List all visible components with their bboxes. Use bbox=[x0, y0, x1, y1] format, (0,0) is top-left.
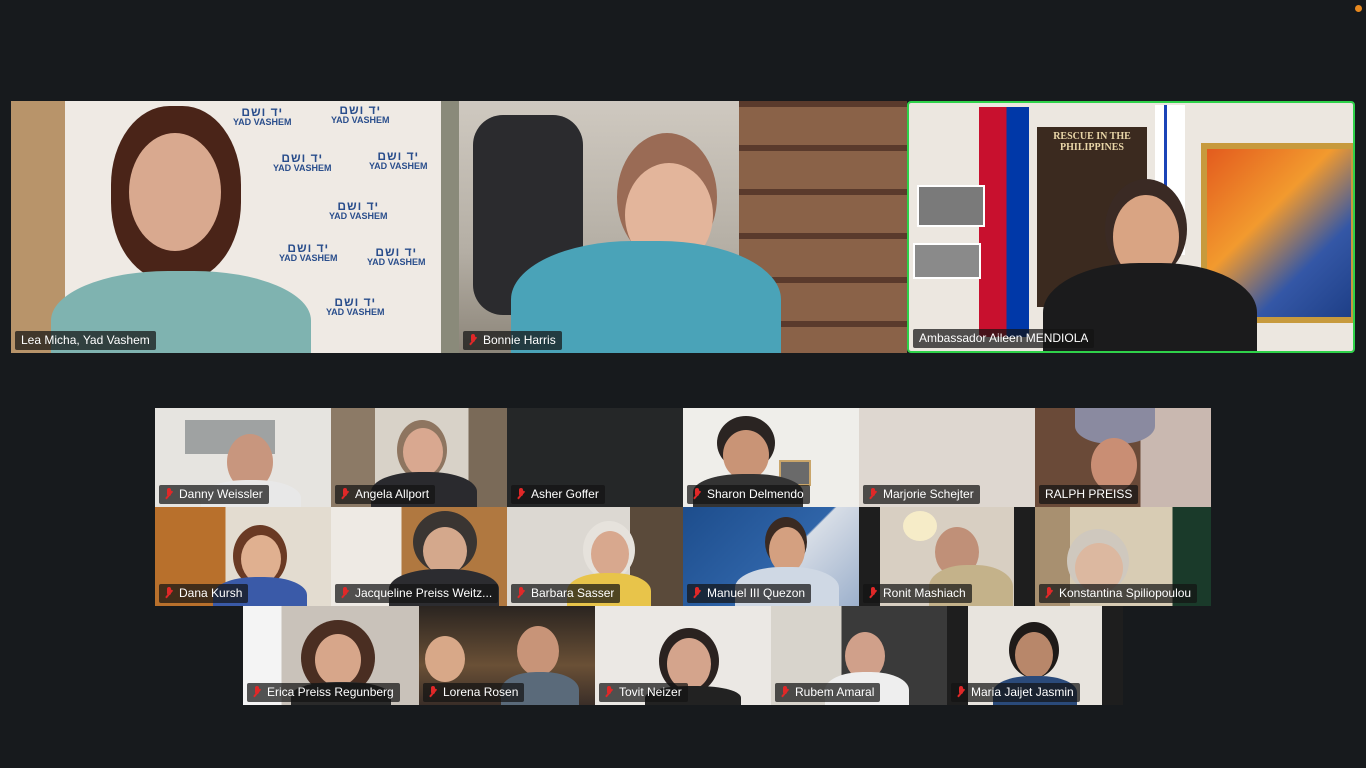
mic-muted-icon bbox=[515, 488, 527, 501]
participant-name-tag: Maria Jaijet Jasmin bbox=[951, 683, 1080, 702]
mic-muted-icon bbox=[515, 587, 527, 600]
video-tile-ronit-mashiach[interactable]: Ronit Mashiach bbox=[859, 507, 1035, 606]
status-indicator-dot bbox=[1355, 5, 1362, 12]
mic-muted-icon bbox=[779, 686, 791, 699]
participant-name-tag: Sharon Delmendo bbox=[687, 485, 810, 504]
participant-name-tag: Danny Weissler bbox=[159, 485, 269, 504]
video-tile-maria-jaijet-jasmin[interactable]: Maria Jaijet Jasmin bbox=[947, 606, 1123, 705]
participant-name-tag: Angela Allport bbox=[335, 485, 436, 504]
backdrop-logo: יד ושם YAD VASHEM bbox=[331, 103, 390, 125]
video-tile-dana-kursh[interactable]: Dana Kursh bbox=[155, 507, 331, 606]
mic-muted-icon bbox=[467, 334, 479, 347]
video-tile-rubem-amaral[interactable]: Rubem Amaral bbox=[771, 606, 947, 705]
participant-name-tag: Bonnie Harris bbox=[463, 331, 562, 350]
backdrop-logo: יד ושם YAD VASHEM bbox=[233, 105, 292, 127]
participant-name-tag: Ambassador Aileen MENDIOLA bbox=[913, 329, 1095, 348]
mic-muted-icon bbox=[867, 488, 879, 501]
participant-name-tag: Konstantina Spiliopoulou bbox=[1039, 584, 1198, 603]
participant-name-tag: Tovit Neizer bbox=[599, 683, 688, 702]
participant-name-tag: Asher Goffer bbox=[511, 485, 605, 504]
participant-name-tag: Rubem Amaral bbox=[775, 683, 881, 702]
mic-muted-icon bbox=[1043, 587, 1055, 600]
participant-name-tag: Lorena Rosen bbox=[423, 683, 525, 702]
photo-easel bbox=[913, 243, 981, 279]
mic-muted-icon bbox=[867, 587, 879, 600]
backdrop-logo: יד ושם YAD VASHEM bbox=[369, 149, 428, 171]
video-tile-danny-weissler[interactable]: Danny Weissler bbox=[155, 408, 331, 507]
mic-muted-icon bbox=[955, 686, 967, 699]
mic-muted-icon bbox=[691, 587, 703, 600]
mic-muted-icon bbox=[427, 686, 439, 699]
video-tile-ralph-preiss[interactable]: RALPH PREISS bbox=[1035, 408, 1211, 507]
philippines-flag bbox=[979, 107, 1029, 337]
mic-muted-icon bbox=[339, 488, 351, 501]
participant-name-tag: Barbara Sasser bbox=[511, 584, 621, 603]
mic-muted-icon bbox=[339, 587, 351, 600]
video-tile-asher-goffer[interactable]: Asher Goffer bbox=[507, 408, 683, 507]
video-tile-jacqueline-preiss-weitz[interactable]: Jacqueline Preiss Weitz... bbox=[331, 507, 507, 606]
mic-muted-icon bbox=[251, 686, 263, 699]
video-tile-barbara-sasser[interactable]: Barbara Sasser bbox=[507, 507, 683, 606]
backdrop-logo: יד ושם YAD VASHEM bbox=[273, 151, 332, 173]
backdrop-logo: יד ושם YAD VASHEM bbox=[329, 199, 388, 221]
video-tile-sharon-delmendo[interactable]: Sharon Delmendo bbox=[683, 408, 859, 507]
participant-name-tag: Jacqueline Preiss Weitz... bbox=[335, 584, 499, 603]
backdrop-logo: יד ושם YAD VASHEM bbox=[279, 241, 338, 263]
backdrop-logo: יד ושם YAD VASHEM bbox=[326, 295, 385, 317]
participant-name-tag: Manuel III Quezon bbox=[687, 584, 812, 603]
participant-name-tag: Dana Kursh bbox=[159, 584, 249, 603]
mic-muted-icon bbox=[163, 587, 175, 600]
video-tile-angela-allport[interactable]: Angela Allport bbox=[331, 408, 507, 507]
participant-name-tag: Ronit Mashiach bbox=[863, 584, 972, 603]
mic-muted-icon bbox=[603, 686, 615, 699]
video-tile-lea-micha[interactable]: יד ושם YAD VASHEM יד ושם YAD VASHEM יד ושם… bbox=[11, 101, 459, 353]
video-tile-bonnie-harris[interactable]: Bonnie Harris bbox=[459, 101, 907, 353]
mic-muted-icon bbox=[163, 488, 175, 501]
video-tile-erica-preiss-regunberg[interactable]: Erica Preiss Regunberg bbox=[243, 606, 419, 705]
participant-name-tag: RALPH PREISS bbox=[1039, 485, 1139, 504]
backdrop-logo: יד ושם YAD VASHEM bbox=[367, 245, 426, 267]
video-tile-aileen-mendiola[interactable]: RESCUE IN THE PHILIPPINES Ambassador Ail… bbox=[907, 101, 1355, 353]
video-tile-manuel-quezon[interactable]: Manuel III Quezon bbox=[683, 507, 859, 606]
video-tile-konstantina-spiliopoulou[interactable]: Konstantina Spiliopoulou bbox=[1035, 507, 1211, 606]
mic-muted-icon bbox=[691, 488, 703, 501]
participant-name-tag: Marjorie Schejter bbox=[863, 485, 980, 504]
video-tile-lorena-rosen[interactable]: Lorena Rosen bbox=[419, 606, 595, 705]
video-tile-tovit-neizer[interactable]: Tovit Neizer bbox=[595, 606, 771, 705]
participant-name-tag: Lea Micha, Yad Vashem bbox=[15, 331, 156, 350]
participant-name-tag: Erica Preiss Regunberg bbox=[247, 683, 400, 702]
photo-easel bbox=[917, 185, 985, 227]
video-tile-marjorie-schejter[interactable]: Marjorie Schejter bbox=[859, 408, 1035, 507]
